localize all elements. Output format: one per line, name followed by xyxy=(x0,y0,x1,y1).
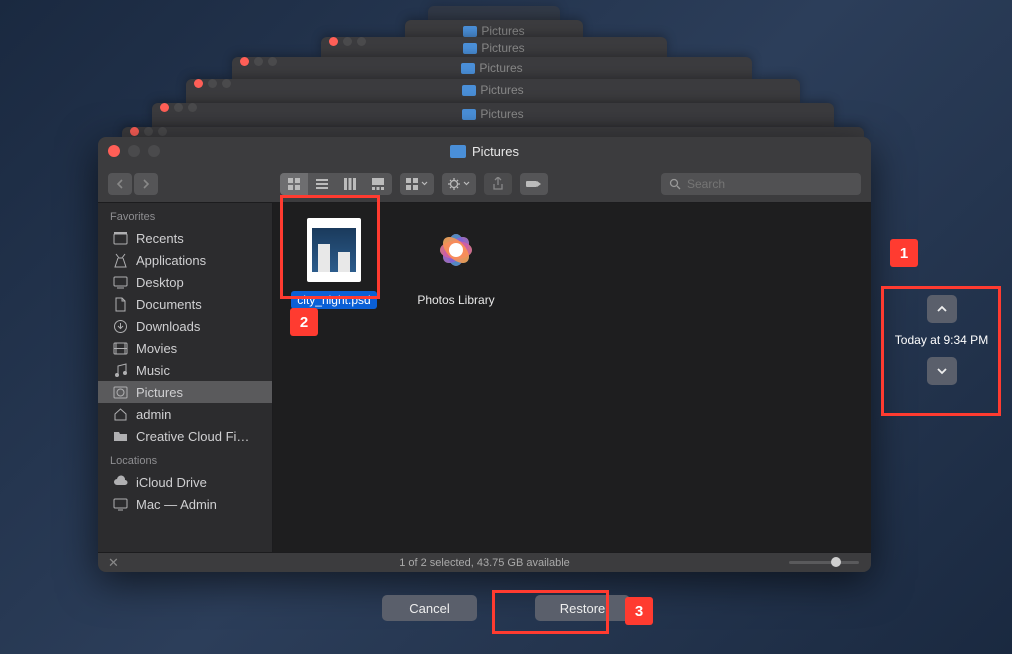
icon-view-button[interactable] xyxy=(280,173,308,195)
toolbar xyxy=(98,165,871,203)
action-button[interactable] xyxy=(442,173,476,195)
stack-title: Pictures xyxy=(479,61,522,75)
titlebar: Pictures xyxy=(98,137,871,165)
stack-title: Pictures xyxy=(481,24,524,38)
file-item-photos[interactable]: Photos Library xyxy=(407,215,505,309)
sidebar-item-recents[interactable]: Recents xyxy=(98,227,272,249)
gallery-view-button[interactable] xyxy=(364,173,392,195)
status-text: 1 of 2 selected, 43.75 GB available xyxy=(399,557,570,569)
sidebar: Favorites Recents Applications Desktop D… xyxy=(98,203,273,552)
sidebar-item-music[interactable]: Music xyxy=(98,359,272,381)
annotation-number-2: 2 xyxy=(290,308,318,336)
sidebar-item-desktop[interactable]: Desktop xyxy=(98,271,272,293)
sidebar-item-label: admin xyxy=(136,407,171,422)
sidebar-item-label: Mac — Admin xyxy=(136,497,217,512)
minimize-dot[interactable] xyxy=(128,145,140,157)
sidebar-item-label: Music xyxy=(136,363,170,378)
sidebar-item-downloads[interactable]: Downloads xyxy=(98,315,272,337)
forward-button[interactable] xyxy=(134,173,158,195)
share-button[interactable] xyxy=(484,173,512,195)
search-icon xyxy=(669,178,681,190)
sidebar-item-documents[interactable]: Documents xyxy=(98,293,272,315)
close-dot[interactable] xyxy=(108,145,120,157)
music-icon xyxy=(112,362,128,378)
group-by-button[interactable] xyxy=(400,173,434,195)
documents-icon xyxy=(112,296,128,312)
icloud-icon xyxy=(112,474,128,490)
mac-icon xyxy=(112,496,128,512)
list-view-button[interactable] xyxy=(308,173,336,195)
back-button[interactable] xyxy=(108,173,132,195)
cancel-button[interactable]: Cancel xyxy=(382,595,477,621)
sidebar-section-favorites: Favorites xyxy=(98,203,272,227)
zoom-dot[interactable] xyxy=(148,145,160,157)
sidebar-item-label: Pictures xyxy=(136,385,183,400)
annotation-box-1 xyxy=(881,286,1001,416)
folder-icon xyxy=(450,145,466,158)
stack-title: Pictures xyxy=(480,83,523,97)
annotation-box-3 xyxy=(492,590,609,634)
column-view-button[interactable] xyxy=(336,173,364,195)
file-label: Photos Library xyxy=(411,291,500,309)
applications-icon xyxy=(112,252,128,268)
stack-title: Pictures xyxy=(480,107,523,121)
close-icon[interactable]: ✕ xyxy=(108,555,119,571)
view-mode-group xyxy=(280,173,392,195)
sidebar-item-label: Creative Cloud Fi… xyxy=(136,429,249,444)
finder-window: Pictures Favorites Recents Applications xyxy=(98,137,871,572)
annotation-box-2 xyxy=(280,195,380,299)
pictures-icon xyxy=(112,384,128,400)
cancel-label: Cancel xyxy=(409,601,449,616)
sidebar-item-admin[interactable]: admin xyxy=(98,403,272,425)
sidebar-item-label: Downloads xyxy=(136,319,200,334)
sidebar-item-creative-cloud[interactable]: Creative Cloud Fi… xyxy=(98,425,272,447)
sidebar-item-label: Desktop xyxy=(136,275,184,290)
status-bar: ✕ 1 of 2 selected, 43.75 GB available xyxy=(98,552,871,572)
search-input[interactable] xyxy=(687,177,853,191)
annotation-number-1: 1 xyxy=(890,239,918,267)
sidebar-item-label: Recents xyxy=(136,231,184,246)
sidebar-item-mac[interactable]: Mac — Admin xyxy=(98,493,272,515)
sidebar-section-locations: Locations xyxy=(98,447,272,471)
movies-icon xyxy=(112,340,128,356)
sidebar-item-applications[interactable]: Applications xyxy=(98,249,272,271)
stack-title: Pictures xyxy=(481,41,524,55)
search-box[interactable] xyxy=(661,173,861,195)
home-icon xyxy=(112,406,128,422)
photos-library-icon xyxy=(421,215,491,285)
downloads-icon xyxy=(112,318,128,334)
folder-icon xyxy=(112,428,128,444)
sidebar-item-movies[interactable]: Movies xyxy=(98,337,272,359)
sidebar-item-label: Movies xyxy=(136,341,177,356)
recents-icon xyxy=(112,230,128,246)
sidebar-item-icloud[interactable]: iCloud Drive xyxy=(98,471,272,493)
zoom-slider[interactable] xyxy=(789,561,859,564)
desktop-icon xyxy=(112,274,128,290)
sidebar-item-label: Documents xyxy=(136,297,202,312)
annotation-number-3: 3 xyxy=(625,597,653,625)
window-title: Pictures xyxy=(472,144,519,159)
sidebar-item-pictures[interactable]: Pictures xyxy=(98,381,272,403)
sidebar-item-label: Applications xyxy=(136,253,206,268)
sidebar-item-label: iCloud Drive xyxy=(136,475,207,490)
tags-button[interactable] xyxy=(520,173,548,195)
